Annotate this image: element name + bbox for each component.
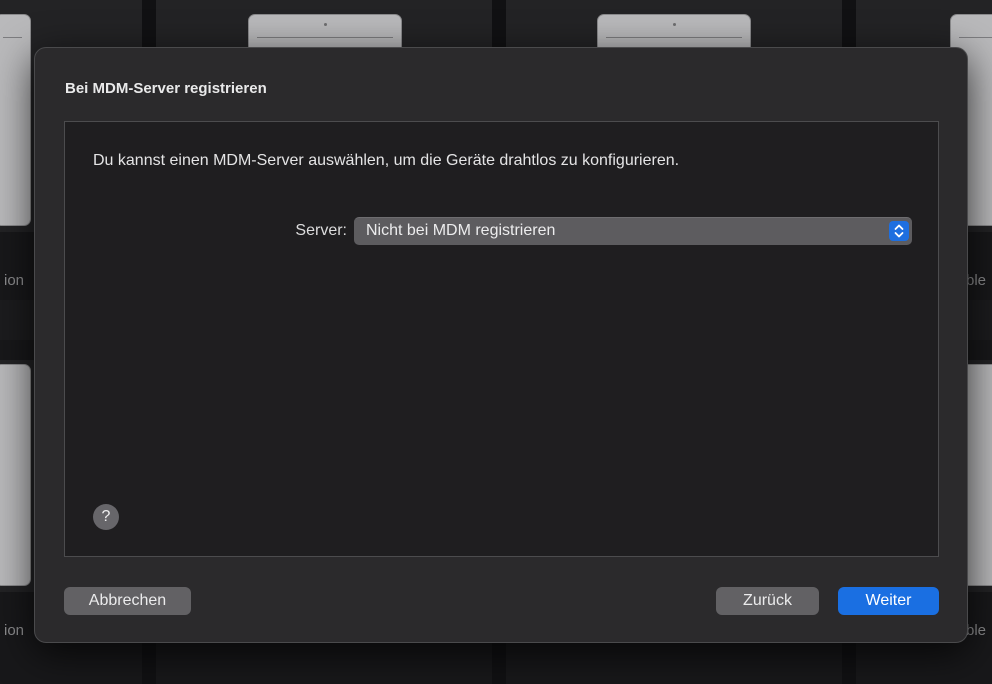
back-button[interactable]: Zurück xyxy=(716,587,819,615)
sheet-title: Bei MDM-Server registrieren xyxy=(65,80,267,97)
background-device-card xyxy=(0,364,31,586)
popup-up-down-arrows-icon xyxy=(889,221,909,241)
background-label-fragment: ble xyxy=(966,272,987,289)
description-text: Du kannst einen MDM-Server auswählen, um… xyxy=(93,152,680,169)
cancel-button[interactable]: Abbrechen xyxy=(64,587,191,615)
background-label-fragment: ion xyxy=(4,272,25,289)
content-panel: Du kannst einen MDM-Server auswählen, um… xyxy=(64,121,939,557)
server-label: Server: xyxy=(295,222,347,239)
help-icon: ? xyxy=(101,508,111,525)
help-button[interactable]: ? xyxy=(93,504,119,530)
background-label-fragment: ion xyxy=(4,622,25,639)
background-label-fragment: ble xyxy=(966,622,987,639)
background-device-card xyxy=(0,14,31,226)
server-row: Server: Nicht bei MDM registrieren xyxy=(65,217,938,245)
mdm-registration-sheet: Bei MDM-Server registrieren Du kannst ei… xyxy=(34,47,968,643)
server-popup-value: Nicht bei MDM registrieren xyxy=(366,222,556,239)
next-button[interactable]: Weiter xyxy=(838,587,939,615)
server-popup-button[interactable]: Nicht bei MDM registrieren xyxy=(354,217,912,245)
